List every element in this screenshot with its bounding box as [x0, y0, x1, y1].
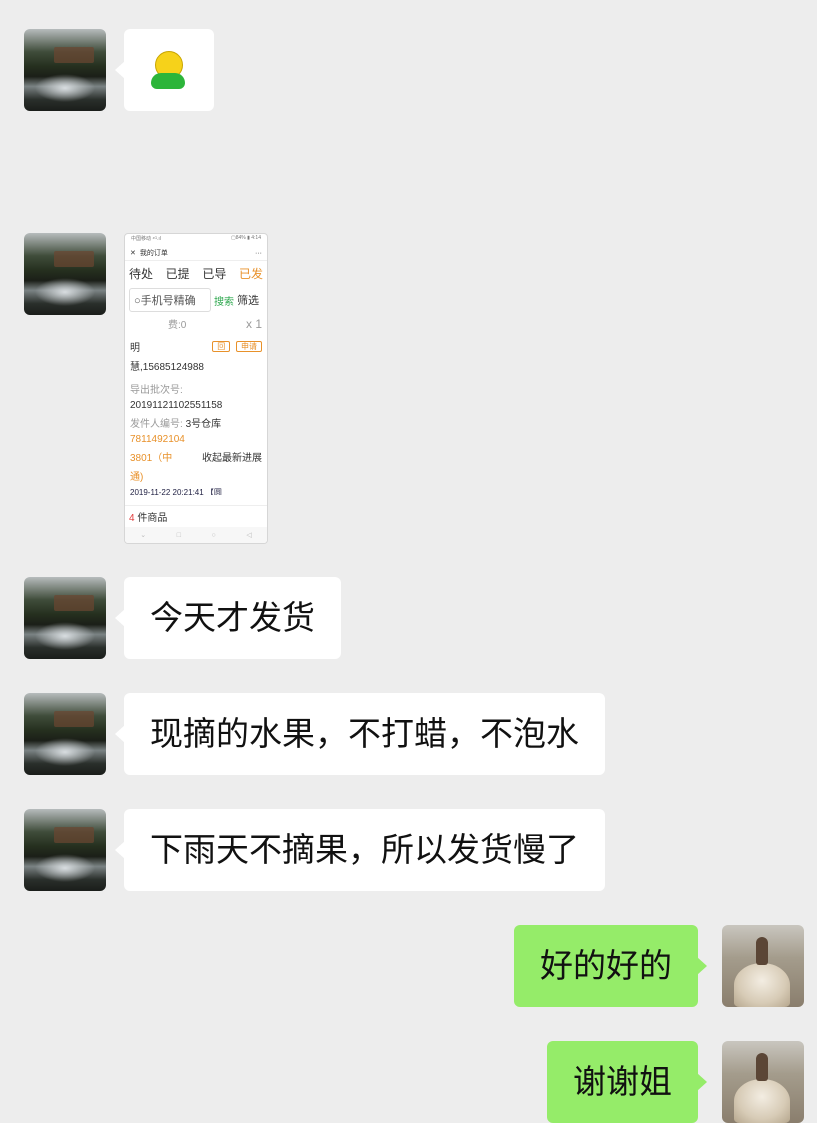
search-icon: ○ [134, 295, 141, 307]
nav-down-icon: ⌄ [140, 532, 147, 539]
contact-avatar[interactable] [24, 693, 106, 775]
tab-submitted: 已提 [165, 267, 190, 281]
screenshot-tabs: 待处 已提 已导 已发 [125, 261, 267, 286]
tracking-line1: 7811492104 [130, 434, 185, 445]
action-button-1: 回 [212, 341, 231, 352]
close-icon: ✕ [130, 250, 136, 257]
status-right: ▢84% ▮ 4:14 [231, 235, 261, 241]
tracking-line2: 3801（中 [130, 453, 173, 464]
sender-row: 发件人编号: 3号仓库 [125, 413, 267, 432]
item-count: 4 [129, 513, 135, 524]
action-button-2: 申请 [236, 341, 262, 352]
fee-text: 费:0 [168, 320, 187, 331]
sender-label: 发件人编号: [130, 419, 183, 430]
message-bubble-outgoing[interactable]: 谢谢姐 [547, 1041, 707, 1123]
screenshot-status-bar: 中国移动 ⁴ᴳ.ıl ▢84% ▮ 4:14 [125, 234, 267, 246]
my-avatar[interactable] [722, 1041, 804, 1123]
tracking-row: 3801（中 收起最新进展 [125, 447, 267, 466]
contact-avatar[interactable] [24, 809, 106, 891]
nav-circle-icon: ○ [211, 531, 216, 539]
tracking-line3: 通) [130, 472, 144, 483]
item-count-label: 件商品 [137, 513, 168, 524]
tab-pending: 待处 [129, 267, 154, 281]
status-left: 中国移动 ⁴ᴳ.ıl [131, 236, 161, 242]
name-line1: 明 [130, 343, 140, 354]
tab-exported: 已导 [202, 267, 227, 281]
batch-label: 导出批次号: [130, 385, 183, 396]
screenshot-title: 我的订单 [139, 250, 168, 257]
nav-square-icon: □ [176, 531, 181, 539]
contact-avatar[interactable] [24, 233, 106, 315]
progress-toggle: 收起最新进展 [202, 453, 262, 464]
nav-back-icon: ◁ [246, 532, 252, 539]
batch-number: 20191121102551158 [130, 400, 223, 411]
fee-row: 费:0 x 1 [125, 314, 267, 333]
search-button-label: 搜索 [214, 296, 234, 308]
tab-shipped: 已发 [238, 267, 263, 281]
screenshot-search-box: ○手机号精确 [129, 288, 211, 312]
sender-value: 3号仓库 [185, 419, 222, 430]
date-partial: 2019-11-22 20:21:41 【圆 [130, 488, 222, 495]
message-bubble-incoming[interactable]: 今天才发货 [115, 577, 341, 659]
message-bubble-incoming[interactable]: 现摘的水果，不打蜡，不泡水 [115, 693, 605, 775]
message-bubble-incoming[interactable]: 下雨天不摘果，所以发货慢了 [115, 809, 605, 891]
qty-text: x 1 [245, 316, 262, 331]
screenshot-header: ✕ 我的订单 ··· [125, 246, 267, 261]
filter-label: 筛选 [237, 295, 259, 307]
item-count-row: 4 件商品 [125, 505, 267, 527]
name-phone: 慧,15685124988 [130, 362, 204, 373]
contact-avatar[interactable] [24, 577, 106, 659]
message-bubble-outgoing[interactable]: 好的好的 [514, 925, 707, 1007]
screenshot-search-row: ○手机号精确 搜索 筛选 [125, 286, 267, 314]
image-message-order-screenshot[interactable]: 中国移动 ⁴ᴳ.ıl ▢84% ▮ 4:14 ✕ 我的订单 ··· 待处 已提 … [124, 233, 268, 544]
contact-avatar[interactable] [24, 29, 106, 111]
name-row: 明 回 申请 [125, 337, 267, 356]
more-icon: ··· [255, 249, 262, 257]
screenshot-nav-bar: ⌄ □ ○ ◁ [125, 527, 267, 543]
sticker-message[interactable] [115, 29, 214, 111]
search-placeholder: 手机号精确 [140, 295, 196, 307]
smiley-doll-body-icon [151, 73, 185, 89]
my-avatar[interactable] [722, 925, 804, 1007]
